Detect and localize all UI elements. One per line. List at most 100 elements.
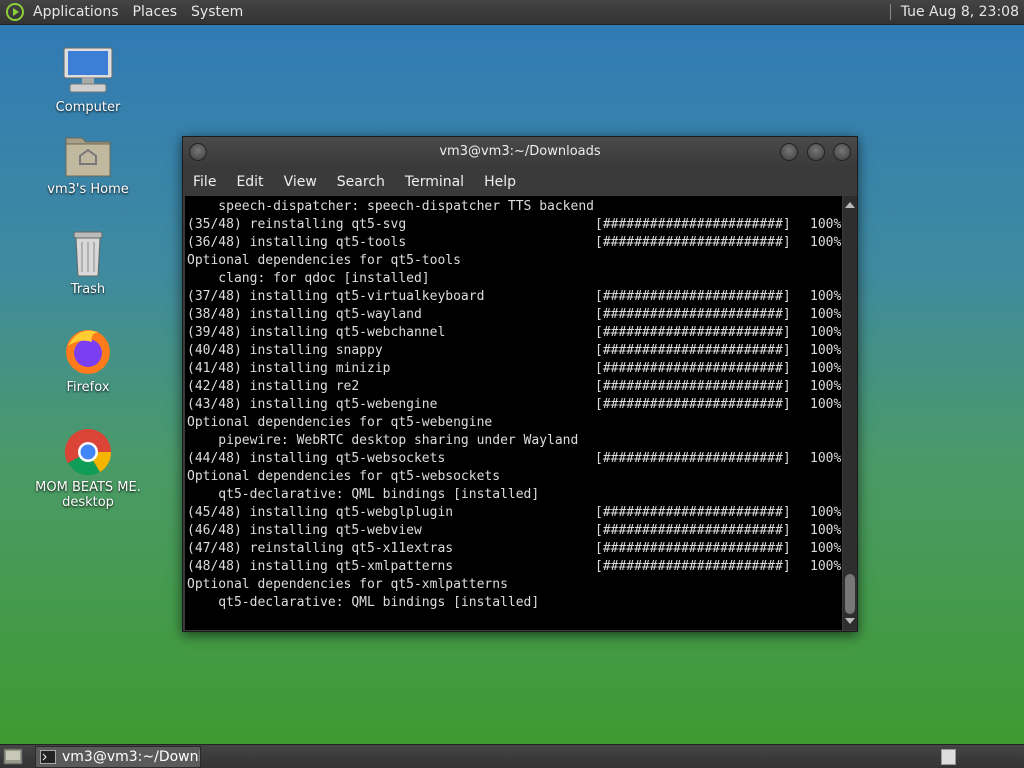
menu-file[interactable]: File [193,174,216,190]
computer-icon [63,47,113,93]
desktop-icon-computer[interactable]: Computer [33,46,143,115]
progress-percent: 100% [810,289,842,304]
terminal-window[interactable]: vm3@vm3:~/Downloads File Edit View Searc… [182,136,858,632]
menu-edit[interactable]: Edit [236,174,263,190]
progress-bar: [#######################] [595,361,791,376]
terminal-line: (48/48) installing qt5-xmlpatterns [#####… [185,558,842,576]
terminal-line-text: (39/48) installing qt5-webchannel [187,325,446,340]
close-button[interactable] [833,143,851,161]
progress-bar: [#######################] [595,235,791,250]
clock[interactable]: Tue Aug 8, 23:08 [901,4,1019,20]
desktop-icon-trash[interactable]: Trash [33,228,143,297]
terminal-line: (42/48) installing re2 [#################… [185,378,842,396]
desktop-icon-label: Trash [70,282,106,297]
progress-bar: [#######################] [595,559,791,574]
terminal-line-text: Optional dependencies for qt5-websockets [187,469,501,484]
progress-bar: [#######################] [595,289,791,304]
terminal-line: (37/48) installing qt5-virtualkeyboard [#… [185,288,842,306]
terminal-line-text: pipewire: WebRTC desktop sharing under W… [187,433,579,448]
window-title: vm3@vm3:~/Downloads [439,144,601,159]
terminal-line-text: (37/48) installing qt5-virtualkeyboard [187,289,485,304]
terminal-line-text: (36/48) installing qt5-tools [187,235,407,250]
show-desktop-icon[interactable] [3,748,23,765]
terminal-line: qt5-declarative: QML bindings [installed… [185,486,842,504]
workspace-switcher[interactable] [941,749,956,765]
terminal-line-text: (44/48) installing qt5-websockets [187,451,446,466]
progress-percent: 100% [810,523,842,538]
progress-bar: [#######################] [595,307,791,322]
trash-icon [73,231,103,277]
terminal-line: clang: for qdoc [installed] [185,270,842,288]
progress-percent: 100% [810,235,842,250]
terminal-line: (47/48) reinstalling qt5-x11extras [#####… [185,540,842,558]
chrome-icon [65,429,112,476]
terminal-line: Optional dependencies for qt5-tools [185,252,842,270]
terminal-line-text: speech-dispatcher: speech-dispatcher TTS… [187,199,594,214]
desktop-icon-firefox[interactable]: Firefox [33,326,143,395]
progress-bar: [#######################] [595,505,791,520]
progress-bar: [#######################] [595,541,791,556]
terminal-line-text: clang: for qdoc [installed] [187,271,430,286]
desktop-icon-home[interactable]: vm3's Home [33,128,143,197]
home-folder-icon [65,137,111,177]
minimize-button[interactable] [780,143,798,161]
terminal-line: qt5-declarative: QML bindings [installed… [185,594,842,612]
terminal-scrollbar[interactable] [843,196,857,630]
terminal-line: (35/48) reinstalling qt5-svg [###########… [185,216,842,234]
terminal-line-text: (45/48) installing qt5-webglplugin [187,505,454,520]
progress-percent: 100% [810,541,842,556]
progress-percent: 100% [810,343,842,358]
terminal-line: Optional dependencies for qt5-xmlpattern… [185,576,842,594]
terminal-line-text: (43/48) installing qt5-webengine [187,397,438,412]
desktop-icon-label-line2: desktop [62,495,114,510]
menu-help[interactable]: Help [484,174,516,190]
progress-percent: 100% [810,505,842,520]
places-menu[interactable]: Places [133,4,178,20]
progress-percent: 100% [810,397,842,412]
terminal-line: (41/48) installing minizip [#############… [185,360,842,378]
scroll-down-icon[interactable] [845,618,855,624]
terminal-output[interactable]: speech-dispatcher: speech-dispatcher TTS… [185,196,842,630]
terminal-line: pipewire: WebRTC desktop sharing under W… [185,432,842,450]
terminal-line-text: Optional dependencies for qt5-webengine [187,415,493,430]
progress-bar: [#######################] [595,379,791,394]
desktop-icon-chrome[interactable]: MOM BEATS ME. desktop [33,426,143,510]
desktop-icon-label: vm3's Home [47,182,129,197]
terminal-line: Optional dependencies for qt5-websockets [185,468,842,486]
desktop-icon-label: Firefox [66,380,110,395]
progress-bar: [#######################] [595,325,791,340]
terminal-line-text: (40/48) installing snappy [187,343,383,358]
distro-logo-icon[interactable] [5,2,25,22]
applications-menu[interactable]: Applications [33,4,119,20]
terminal-line: (43/48) installing qt5-webengine [#######… [185,396,842,414]
menu-view[interactable]: View [284,174,317,190]
progress-percent: 100% [810,325,842,340]
taskbar-terminal-button[interactable]: vm3@vm3:~/Downl... [35,746,201,768]
window-menu-button[interactable] [189,143,207,161]
progress-percent: 100% [810,217,842,232]
progress-percent: 100% [810,559,842,574]
scroll-up-icon[interactable] [845,202,855,208]
terminal-line: (39/48) installing qt5-webchannel [######… [185,324,842,342]
scrollbar-thumb[interactable] [845,574,855,614]
menu-search[interactable]: Search [337,174,385,190]
terminal-line-text: (38/48) installing qt5-wayland [187,307,422,322]
bottom-panel: vm3@vm3:~/Downl... [0,744,1024,768]
maximize-button[interactable] [807,143,825,161]
top-panel: Applications Places System Tue Aug 8, 23… [0,0,1024,25]
terminal-line-text: Optional dependencies for qt5-xmlpattern… [187,577,508,592]
menu-terminal[interactable]: Terminal [405,174,464,190]
progress-bar: [#######################] [595,343,791,358]
progress-bar: [#######################] [595,523,791,538]
desktop-icon-label: MOM BEATS ME. [35,480,141,495]
terminal-line-text: qt5-declarative: QML bindings [installed… [187,595,540,610]
system-menu[interactable]: System [191,4,243,20]
terminal-line: (45/48) installing qt5-webglplugin [#####… [185,504,842,522]
progress-percent: 100% [810,379,842,394]
terminal-line-text: (42/48) installing re2 [187,379,360,394]
terminal-line: (44/48) installing qt5-websockets [######… [185,450,842,468]
window-titlebar[interactable]: vm3@vm3:~/Downloads [183,137,857,167]
terminal-line-text: qt5-declarative: QML bindings [installed… [187,487,540,502]
progress-percent: 100% [810,361,842,376]
terminal-line-text: (35/48) reinstalling qt5-svg [187,217,407,232]
